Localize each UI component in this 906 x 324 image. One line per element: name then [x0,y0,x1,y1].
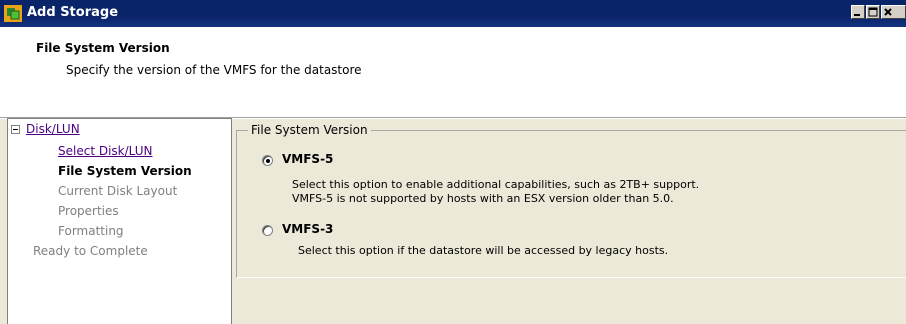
maximize-icon [868,7,878,17]
nav-disk-lun[interactable]: Disk/LUN [26,122,80,136]
close-icon [884,8,892,16]
wizard-nav-panel: Disk/LUN Select Disk/LUN File System Ver… [7,118,232,324]
window-title: Add Storage [27,5,119,20]
vmfs5-label[interactable]: VMFS-5 [282,152,333,166]
nav-select-disk-lun[interactable]: Select Disk/LUN [58,144,153,158]
nav-current-disk-layout: Current Disk Layout [58,184,178,198]
vmfs3-description: Select this option if the datastore will… [298,244,669,257]
nav-formatting: Formatting [58,224,124,238]
content-bottom-area [233,279,906,324]
close-button[interactable] [881,5,906,19]
vmfs5-description-line1: Select this option to enable additional … [292,178,700,191]
vmfs5-radio[interactable] [262,155,273,166]
vmfs3-label[interactable]: VMFS-3 [282,222,333,236]
minimize-icon [854,14,860,16]
nav-properties: Properties [58,204,119,218]
vmware-app-icon [4,5,22,22]
maximize-button[interactable] [866,5,880,19]
vmfs5-description-line2: VMFS-5 is not supported by hosts with an… [292,192,674,205]
title-bar: Add Storage [0,0,906,27]
minimize-button[interactable] [851,5,865,19]
collapse-icon[interactable] [11,125,20,134]
page-subtitle: Specify the version of the VMFS for the … [66,63,362,77]
nav-ready-to-complete: Ready to Complete [33,244,148,258]
nav-file-system-version: File System Version [58,164,192,178]
wizard-header: File System Version Specify the version … [0,27,906,117]
page-title: File System Version [36,41,170,55]
vmfs3-radio[interactable] [262,225,273,236]
group-legend: File System Version [248,123,371,137]
